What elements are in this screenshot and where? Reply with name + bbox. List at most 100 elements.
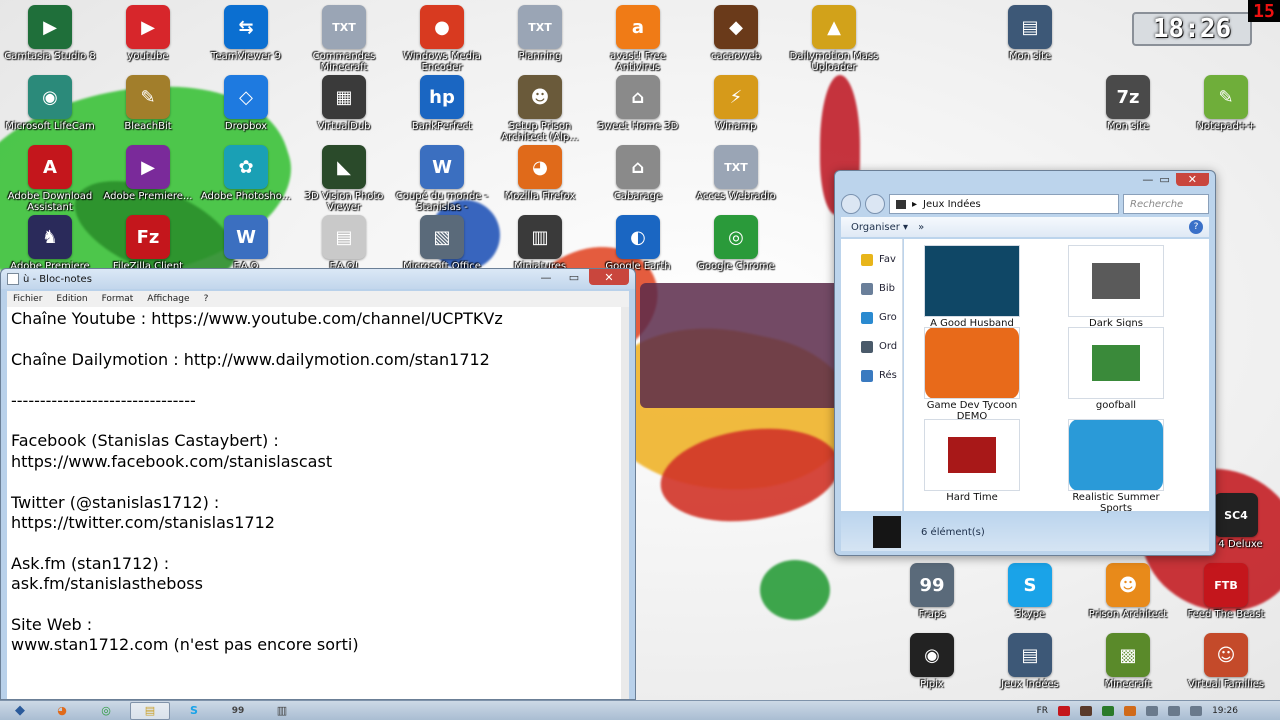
- desktop-icon[interactable]: ◐ Google Earth: [588, 215, 688, 272]
- desktop-icon[interactable]: ◉ Pipix: [882, 633, 982, 690]
- desktop-icon[interactable]: W Coupé du monde - Stanislas -: [392, 145, 492, 213]
- desktop-icon[interactable]: ▤ Jeux Indées: [980, 633, 1080, 690]
- desktop-icon[interactable]: ◕ Mozilla Firefox: [490, 145, 590, 202]
- maximize-icon[interactable]: ▭: [1159, 173, 1169, 186]
- desktop-icon[interactable]: ▶ Camtasia Studio 8: [0, 5, 100, 62]
- menu-edition[interactable]: Edition: [56, 294, 87, 304]
- desktop-icon[interactable]: ▦ VirtualDub: [294, 75, 394, 132]
- notepad-scrollbar[interactable]: [621, 307, 629, 699]
- desktop-icon-label: Cabarage: [613, 191, 663, 202]
- desktop-icon[interactable]: ☻ Prison Architect: [1078, 563, 1178, 620]
- desktop-icon[interactable]: ✿ Adobe Photosho...: [196, 145, 296, 202]
- desktop-icon[interactable]: ▧ Microsoft Office: [392, 215, 492, 272]
- desktop-icon[interactable]: ☺ Virtual Families: [1176, 633, 1276, 690]
- close-icon[interactable]: ✕: [1175, 173, 1209, 186]
- desktop-icon[interactable]: ⌂ Sweet Home 3D: [588, 75, 688, 132]
- maximize-icon[interactable]: ▭: [561, 269, 587, 285]
- menu-format[interactable]: Format: [102, 294, 134, 304]
- desktop-icon[interactable]: ✎ BleachBit: [98, 75, 198, 132]
- desktop-icon[interactable]: W F.A.Q: [196, 215, 296, 272]
- menu-fichier[interactable]: Fichier: [13, 294, 42, 304]
- desktop-icon-label: Prison Architect: [1088, 609, 1168, 620]
- text-line: [11, 533, 617, 553]
- desktop-icon[interactable]: S Skype: [980, 563, 1080, 620]
- back-button[interactable]: [841, 194, 861, 214]
- file-item[interactable]: Realistic Summer Sports: [1062, 419, 1170, 514]
- desktop-icon[interactable]: ▤ Mon site: [980, 5, 1080, 62]
- desktop-icon[interactable]: hp BankPerfect: [392, 75, 492, 132]
- explorer-window[interactable]: — ▭ ✕ ▸ Jeux Indées Recherche Organiser …: [834, 170, 1216, 556]
- desktop-icon[interactable]: ⇆ TeamViewer 9: [196, 5, 296, 62]
- sidebar-item-libraries[interactable]: Bib: [841, 274, 902, 303]
- desktop-icon[interactable]: ◉ Microsoft LifeCam: [0, 75, 100, 132]
- volume-icon[interactable]: [1190, 705, 1203, 716]
- desktop-icon[interactable]: ⌂ Cabarage: [588, 145, 688, 202]
- desktop-icon[interactable]: ▥ Miniatures: [490, 215, 590, 272]
- start-button[interactable]: ◆: [0, 701, 40, 720]
- sidebar-item-network[interactable]: Rés: [841, 361, 902, 390]
- close-icon[interactable]: ✕: [589, 269, 629, 285]
- tray-app-icon[interactable]: [1102, 705, 1115, 716]
- desktop-icon[interactable]: 7z Mon site: [1078, 75, 1178, 132]
- file-item[interactable]: Game Dev Tycoon DEMO: [918, 327, 1026, 422]
- taskbar-chrome-icon[interactable]: ◎: [86, 702, 126, 720]
- tray-app-icon[interactable]: [1146, 705, 1159, 716]
- menu-affichage[interactable]: Affichage: [147, 294, 189, 304]
- desktop-icon[interactable]: ✎ Notepad++: [1176, 75, 1276, 132]
- file-item[interactable]: Dark Signs: [1062, 245, 1170, 330]
- desktop-icon[interactable]: ▶ Adobe Premiere...: [98, 145, 198, 202]
- help-icon[interactable]: ?: [1189, 220, 1203, 234]
- minimize-icon[interactable]: —: [533, 269, 559, 285]
- desktop-icon[interactable]: Fz FileZilla Client: [98, 215, 198, 272]
- text-line: https://twitter.com/stanislas1712: [11, 512, 275, 532]
- more-button[interactable]: »: [918, 222, 924, 233]
- desktop-icon[interactable]: 99 Fraps: [882, 563, 982, 620]
- network-icon[interactable]: [1168, 705, 1181, 716]
- app-icon: ◣: [322, 145, 366, 189]
- taskbar-firefox-icon[interactable]: ◕: [42, 702, 82, 720]
- tray-app-icon[interactable]: [1124, 705, 1137, 716]
- taskbar-explorer-icon[interactable]: ▤: [130, 701, 170, 720]
- notepad-text-area[interactable]: Chaîne Youtube : https://www.youtube.com…: [7, 307, 621, 699]
- tray-app-icon[interactable]: [1080, 705, 1093, 716]
- address-bar[interactable]: ▸ Jeux Indées: [889, 194, 1119, 214]
- desktop-icon[interactable]: ▶ youtube: [98, 5, 198, 62]
- taskbar-notepad-icon[interactable]: ▥: [262, 702, 302, 720]
- taskbar-skype-icon[interactable]: S: [174, 702, 214, 720]
- file-item[interactable]: A Good Husband: [918, 245, 1026, 330]
- sidebar-item-homegroup[interactable]: Gro: [841, 303, 902, 332]
- app-icon: SC4: [1214, 493, 1258, 537]
- desktop-icon[interactable]: ● Windows Media Encoder: [392, 5, 492, 73]
- menu-help[interactable]: ?: [204, 294, 209, 304]
- desktop-icon[interactable]: a avast! Free Antivirus: [588, 5, 688, 73]
- taskbar-clock[interactable]: 19:26: [1212, 706, 1238, 716]
- tray-app-icon[interactable]: [1058, 705, 1071, 716]
- desktop-icon[interactable]: ☻ Setup Prison Architect (Alp...: [490, 75, 590, 143]
- app-icon: ◎: [714, 215, 758, 259]
- taskbar-fraps-icon[interactable]: 99: [218, 702, 258, 720]
- desktop-icon[interactable]: TXT Acces Webradio: [686, 145, 786, 202]
- file-item[interactable]: goofball: [1062, 327, 1170, 412]
- search-input[interactable]: Recherche: [1123, 194, 1209, 214]
- language-indicator[interactable]: FR: [1037, 706, 1048, 716]
- desktop-icon[interactable]: FTB Feed The Beast: [1176, 563, 1276, 620]
- desktop-icon[interactable]: TXT Commandes Minecraft: [294, 5, 394, 73]
- organize-button[interactable]: Organiser ▾: [851, 222, 908, 233]
- sidebar-item-computer[interactable]: Ord: [841, 332, 902, 361]
- desktop-icon[interactable]: ▲ Dailymotion Mass Uploader: [784, 5, 884, 73]
- sidebar-item-favorites[interactable]: Fav: [841, 245, 902, 274]
- desktop-icon[interactable]: ◇ Dropbox: [196, 75, 296, 132]
- desktop-icon[interactable]: ◎ Google Chrome: [686, 215, 786, 272]
- desktop-icon[interactable]: A Adobe Download Assistant: [0, 145, 100, 213]
- desktop-icon[interactable]: ▤ F.A.Q!: [294, 215, 394, 272]
- notepad-window[interactable]: ù - Bloc-notes — ▭ ✕ Fichier Edition For…: [0, 268, 636, 700]
- desktop-icon[interactable]: ▩ Minecraft: [1078, 633, 1178, 690]
- desktop-icon[interactable]: ⚡ Winamp: [686, 75, 786, 132]
- forward-button[interactable]: [865, 194, 885, 214]
- desktop-icon-label: 3D Vision Photo Viewer: [304, 191, 384, 213]
- desktop-icon[interactable]: ◆ cacaoweb: [686, 5, 786, 62]
- desktop-icon[interactable]: ◣ 3D Vision Photo Viewer: [294, 145, 394, 213]
- minimize-icon[interactable]: —: [1142, 173, 1153, 186]
- desktop-icon[interactable]: TXT Planning: [490, 5, 590, 62]
- file-item[interactable]: Hard Time: [918, 419, 1026, 504]
